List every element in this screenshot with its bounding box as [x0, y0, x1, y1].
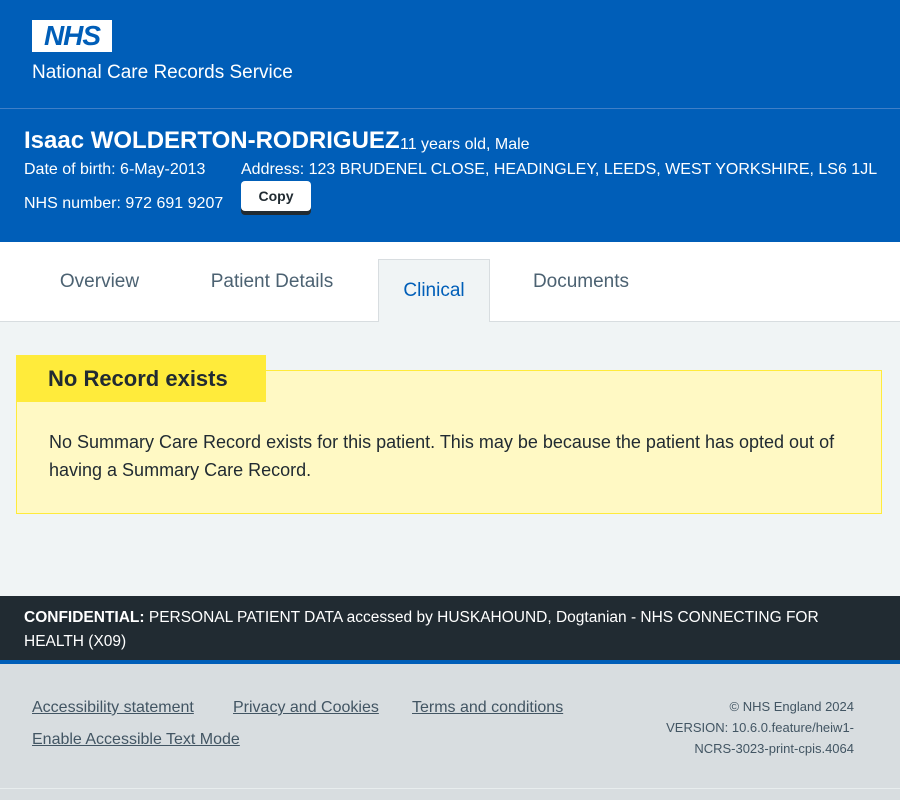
site-header: NHS National Care Records Service	[0, 0, 900, 108]
patient-banner: Isaac WOLDERTON-RODRIGUEZ 11 years old, …	[0, 109, 900, 242]
footer-copyright: © NHS England 2024	[729, 699, 855, 714]
nhs-logo[interactable]: NHS	[32, 20, 112, 52]
tab-clinical[interactable]: Clinical	[378, 259, 490, 322]
copy-nhs-number-button[interactable]: Copy	[241, 181, 311, 211]
patient-nhs-number: NHS number: 972 691 9207	[24, 195, 224, 212]
footer-link-terms-conditions[interactable]: Terms and conditions	[412, 699, 563, 717]
tab-documents[interactable]: Documents	[514, 242, 648, 322]
warning-callout-text: No Summary Care Record exists for this p…	[49, 432, 835, 480]
footer-link-accessible-text-mode[interactable]: Enable Accessible Text Mode	[32, 731, 240, 749]
patient-age-gender: 11 years old, Male	[400, 136, 530, 153]
footer-meta: © NHS England 2024 VERSION: 10.6.0.featu…	[594, 696, 854, 759]
tabs-bar: Overview Patient Details Clinical Docume…	[0, 242, 900, 322]
confidential-label: CONFIDENTIAL:	[24, 609, 145, 626]
tab-patient-details[interactable]: Patient Details	[190, 242, 354, 322]
footer-version-line-1: VERSION: 10.6.0.feature/heiw1-	[666, 720, 854, 735]
footer-version-line-2: NCRS-3023-print-cpis.4064	[694, 741, 854, 756]
warning-callout-label: No Record exists	[16, 355, 266, 402]
footer-bottom-line	[0, 788, 900, 789]
footer-link-privacy-cookies[interactable]: Privacy and Cookies	[233, 699, 379, 717]
patient-dob: Date of birth: 6-May-2013	[24, 161, 206, 178]
tab-overview[interactable]: Overview	[28, 242, 171, 322]
confidential-banner: CONFIDENTIAL: PERSONAL PATIENT DATA acce…	[0, 596, 900, 660]
service-name[interactable]: National Care Records Service	[32, 62, 293, 84]
patient-address: Address: 123 BRUDENEL CLOSE, HEADINGLEY,…	[241, 161, 878, 178]
footer-link-accessibility-statement[interactable]: Accessibility statement	[32, 699, 194, 717]
patient-name: Isaac WOLDERTON-RODRIGUEZ	[24, 127, 400, 154]
site-footer: Accessibility statement Privacy and Cook…	[0, 664, 900, 800]
